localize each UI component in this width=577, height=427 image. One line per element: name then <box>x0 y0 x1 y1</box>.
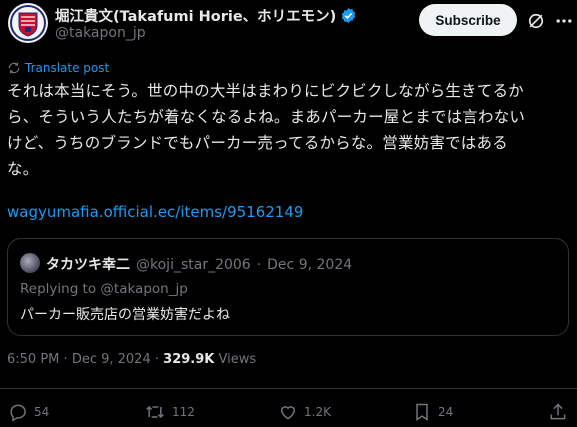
post-link[interactable]: wagyumafia.official.ec/items/95162149 <box>7 203 303 221</box>
post-text: それは本当にそう。世の中の大半はまわりにビクビクしながら生きてるか ら、そういう… <box>7 78 562 182</box>
author-name-row: 堀江貴文(Takafumi Horie、ホリエモン) <box>55 5 357 26</box>
bookmark-count: 24 <box>438 405 454 419</box>
meta-separator: · <box>63 352 68 367</box>
post-text-line: ら、そういう人たちが着なくなるよね。まあパーカー屋とまでは言わない <box>7 108 526 126</box>
verified-badge-icon <box>342 8 356 23</box>
repost-button[interactable]: 112 <box>144 402 195 422</box>
post-time[interactable]: 6:50 PM <box>7 352 59 367</box>
meta-separator: · <box>154 352 160 367</box>
bookmark-button[interactable]: 24 <box>412 402 453 422</box>
post-text-line: な。 <box>7 160 39 178</box>
share-icon <box>550 403 566 420</box>
crest-logo-icon <box>9 4 47 42</box>
quoted-post[interactable]: タカツキ幸二 @koji_star_2006 · Dec 9, 2024 Rep… <box>7 238 569 336</box>
quote-author-name: タカツキ幸二 <box>46 257 130 273</box>
repost-icon <box>146 405 164 419</box>
reply-button[interactable]: 54 <box>8 402 49 422</box>
translate-post-link[interactable]: Translate post <box>7 61 109 75</box>
reply-count: 54 <box>34 405 50 419</box>
author-display-name[interactable]: 堀江貴文(Takafumi Horie、ホリエモン) <box>55 5 336 26</box>
grok-icon[interactable] <box>526 11 546 31</box>
actions-divider <box>0 388 577 389</box>
post-header: 堀江貴文(Takafumi Horie、ホリエモン) @takapon_jp S… <box>8 3 572 43</box>
post-meta: 6:50 PM · Dec 9, 2024 · 329.9K Views <box>7 352 256 367</box>
quote-author-row: タカツキ幸二 @koji_star_2006 · Dec 9, 2024 <box>46 254 352 274</box>
share-button[interactable] <box>548 402 568 422</box>
more-icon[interactable] <box>554 11 574 31</box>
quote-text: パーカー販売店の営業妨害だよね <box>20 307 230 323</box>
quote-author-avatar <box>20 253 40 273</box>
heart-icon <box>280 406 296 420</box>
like-count: 1.2K <box>304 405 331 419</box>
subscribe-button[interactable]: Subscribe <box>419 4 517 36</box>
repost-count: 112 <box>172 405 195 419</box>
author-avatar[interactable] <box>8 3 48 43</box>
author-handle[interactable]: @takapon_jp <box>55 25 146 41</box>
quote-date: Dec 9, 2024 <box>267 257 353 273</box>
like-button[interactable]: 1.2K <box>278 402 331 422</box>
post-text-line: それは本当にそう。世の中の大半はまわりにビクビクしながら生きてるか <box>7 82 524 100</box>
quote-author-handle: @koji_star_2006 <box>136 257 251 273</box>
post-date[interactable]: Dec 9, 2024 <box>72 352 151 367</box>
quote-separator: · <box>256 257 262 273</box>
views-count: 329.9K <box>163 352 215 367</box>
translate-label: Translate post <box>25 61 110 75</box>
post-text-line: けど、うちのブランドでもパーカー売ってるからな。営業妨害ではある <box>7 134 508 152</box>
bookmark-icon <box>416 403 428 421</box>
reply-icon <box>10 404 26 422</box>
translate-icon <box>8 62 20 74</box>
views-label: Views <box>218 352 257 367</box>
quote-replying-to: Replying to @takapon_jp <box>20 281 188 297</box>
